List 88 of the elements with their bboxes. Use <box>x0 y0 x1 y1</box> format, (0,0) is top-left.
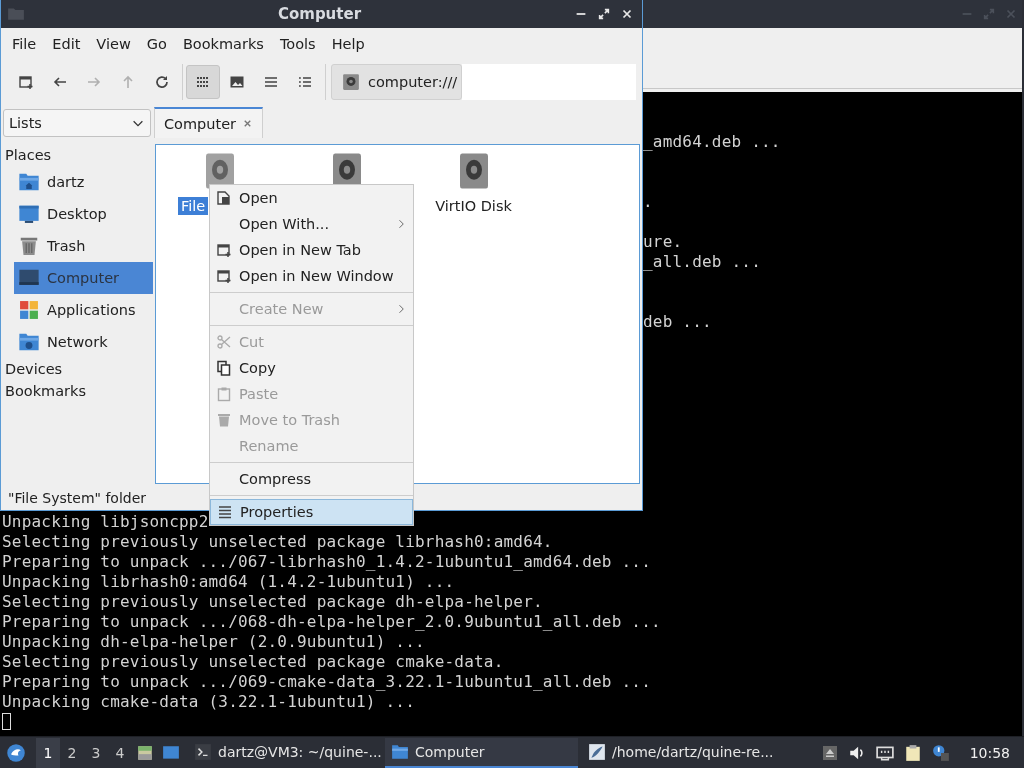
menu-item[interactable]: File <box>4 31 45 57</box>
new-window-icon <box>216 268 232 284</box>
terminal-line: deb ... <box>643 312 712 331</box>
copy-icon <box>216 360 232 376</box>
drive-icon[interactable] <box>457 151 490 191</box>
terminal-line: ure. <box>643 232 683 251</box>
menu-item[interactable]: Open in New Window <box>210 263 413 289</box>
clipboard-icon[interactable] <box>903 743 922 762</box>
menu-item[interactable]: Edit <box>44 31 89 57</box>
reload-icon <box>154 74 170 90</box>
applications-icon <box>18 299 40 321</box>
sidebar-item[interactable]: Applications <box>14 294 153 326</box>
section-header[interactable]: Devices <box>1 358 153 380</box>
terminal-line: _amd64.deb ... <box>643 132 781 151</box>
network-folder-icon <box>18 331 40 353</box>
folder-icon <box>7 5 25 23</box>
section-header[interactable]: Bookmarks <box>1 380 153 402</box>
desktop-icon <box>18 203 40 225</box>
taskbar-task[interactable]: dartz@VM3: ~/quine-... <box>188 737 381 768</box>
status-text: "File System" folder <box>7 489 148 508</box>
taskbar-task[interactable]: /home/dartz/quine-re... <box>582 737 775 768</box>
terminal-line: _all.deb ... <box>643 252 761 271</box>
sidebar-item[interactable]: Trash <box>14 230 153 262</box>
image-icon <box>229 74 245 90</box>
terminal-line: Unpacking libjsoncpp2 <box>2 512 209 531</box>
home-folder-icon <box>18 171 40 193</box>
drive-icon <box>342 73 360 91</box>
scissors-icon <box>216 334 232 350</box>
file-cabinet-icon[interactable] <box>136 743 154 762</box>
workspace-button[interactable]: 4 <box>108 737 132 768</box>
menu-item[interactable]: Help <box>323 31 373 57</box>
terminal-line: Selecting previously unselected package dh-elpa-helper. <box>2 592 543 611</box>
terminal-line: . <box>643 192 653 211</box>
menu-item[interactable]: Open in New Tab <box>210 237 413 263</box>
workspace-button[interactable]: 3 <box>84 737 108 768</box>
icon-view-icon <box>195 74 211 90</box>
menu-item[interactable]: Properties <box>210 499 413 525</box>
terminal-line: Unpacking cmake-data (3.22.1-1ubuntu1) ... <box>2 692 415 711</box>
terminal-line: Unpacking dh-elpa-helper (2.0.9ubuntu1) ... <box>2 632 425 651</box>
path-field[interactable] <box>462 64 636 100</box>
menu-item[interactable]: Copy <box>210 355 413 381</box>
workspace-button[interactable]: 1 <box>36 737 60 768</box>
menu-item[interactable]: Open With... <box>210 211 413 237</box>
menu-item[interactable]: Go <box>138 31 175 57</box>
menu-item[interactable]: Bookmarks <box>174 31 272 57</box>
close-icon[interactable] <box>620 7 634 21</box>
text-cursor <box>2 713 11 730</box>
side-pane-selector[interactable]: Lists <box>3 109 151 137</box>
file-label[interactable]: File <box>178 197 209 215</box>
eject-icon[interactable] <box>821 744 838 761</box>
list-icon <box>217 504 233 520</box>
menu-item[interactable]: Open <box>210 185 413 211</box>
window-title: Computer <box>276 5 363 23</box>
menu-item[interactable]: Compress <box>210 466 413 492</box>
section-header[interactable]: Places <box>1 144 153 166</box>
terminal-icon <box>194 742 212 761</box>
sidebar-item[interactable]: dartz <box>14 166 153 198</box>
taskbar-task[interactable]: Computer <box>385 737 578 768</box>
sidebar-item[interactable]: Desktop <box>14 198 153 230</box>
trash-icon <box>216 412 232 428</box>
terminal-line: Preparing to unpack .../067-librhash0_1.4.2-1ubuntu1_amd64.deb ... <box>2 552 651 571</box>
detailed-list-icon <box>297 74 313 90</box>
clock: 10:58 <box>969 744 1010 761</box>
file-label[interactable]: VirtIO Disk <box>432 197 515 215</box>
new-tab-icon <box>18 74 34 90</box>
terminal-line: Preparing to unpack .../068-dh-elpa-helper_2.0.9ubuntu1_all.deb ... <box>2 612 661 631</box>
quill-icon <box>588 742 606 761</box>
workspace-button[interactable]: 2 <box>60 737 84 768</box>
menu-item[interactable]: Tools <box>271 31 324 57</box>
desktop-icon[interactable] <box>162 743 180 762</box>
menu-item[interactable]: View <box>88 31 139 57</box>
folder-icon <box>391 742 409 761</box>
new-tab-icon <box>216 242 232 258</box>
terminal-line: Selecting previously unselected package librhash0:amd64. <box>2 532 553 551</box>
clipboard-icon <box>216 386 232 402</box>
terminal-line: Unpacking librhash0:amd64 (1.4.2-1ubuntu1) ... <box>2 572 455 591</box>
tab[interactable]: Computer <box>154 107 264 138</box>
drive-icon[interactable] <box>203 151 236 191</box>
trash-icon <box>18 235 40 257</box>
terminal-line: Selecting previously unselected package cmake-data. <box>2 652 504 671</box>
list-view-icon <box>263 74 279 90</box>
sidebar-item[interactable]: Network <box>14 326 153 358</box>
toolbar-button[interactable] <box>186 65 220 99</box>
notification-icon[interactable] <box>931 743 950 762</box>
start-menu-icon[interactable] <box>6 742 26 763</box>
terminal-line: Preparing to unpack .../069-cmake-data_3.22.1-1ubuntu1_all.deb ... <box>2 672 651 691</box>
document-icon <box>216 190 232 206</box>
path-button[interactable]: computer:/// <box>331 64 462 100</box>
